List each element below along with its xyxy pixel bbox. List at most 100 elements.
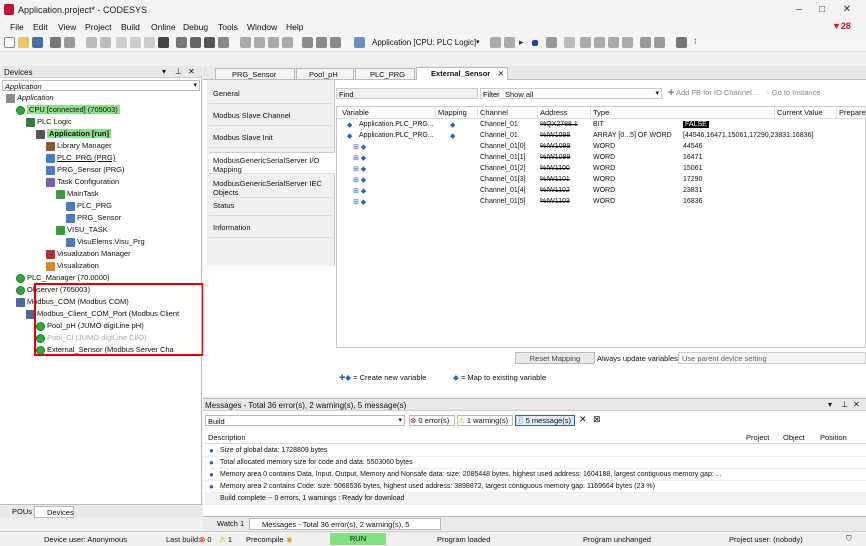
rebuild-icon[interactable] [316, 37, 327, 48]
save-icon[interactable] [32, 37, 43, 48]
find-next-icon[interactable] [190, 37, 201, 48]
redo-icon[interactable] [100, 37, 111, 48]
panel-menu-icon[interactable]: ▾ [828, 400, 832, 409]
menu-view[interactable]: View [58, 22, 76, 32]
find-icon[interactable] [176, 37, 187, 48]
chevron-down-icon[interactable]: ▾ [476, 38, 480, 46]
minimize-button[interactable]: – [792, 3, 806, 17]
step-out-icon[interactable] [608, 37, 619, 48]
stop-icon[interactable] [532, 40, 538, 46]
write-values-icon[interactable] [640, 37, 651, 48]
paste-icon[interactable] [144, 37, 155, 48]
tab-prg-sensor[interactable]: PRG_Sensor [215, 68, 295, 80]
always-update-dropdown[interactable]: Use parent device setting [678, 352, 866, 364]
variable-cell[interactable]: Application.PLC_PRG... [359, 132, 434, 139]
column-header[interactable]: Address [540, 108, 568, 117]
tab-pool-ph[interactable]: Pool_pH [296, 68, 354, 80]
messages-filter-button[interactable]: ⓘ 5 message(s) [515, 415, 575, 426]
clear-messages-icon[interactable]: ✕ [579, 414, 587, 425]
message-row[interactable]: ● Memory area 2 contains Code: size: 5068… [205, 481, 866, 493]
side-tab[interactable]: General [209, 86, 333, 104]
tab-external-sensor[interactable]: External_Sensor ✕ [416, 67, 508, 80]
device-tree-item[interactable]: PLC_PRG (PRG) [46, 152, 115, 163]
run-to-cursor-icon[interactable] [622, 37, 633, 48]
tab-watch-1[interactable]: Watch 1 [205, 518, 249, 530]
notification-icon[interactable]: ▼28 [832, 21, 851, 31]
variable-icon[interactable]: ◆ [347, 132, 352, 140]
step-into-icon[interactable] [594, 37, 605, 48]
device-tree-item[interactable]: PLC Logic [26, 116, 72, 127]
expand-icon[interactable]: ⊞ ◆ [353, 154, 366, 162]
expand-icon[interactable]: ⊞ ◆ [353, 198, 366, 206]
breakpoint-icon[interactable] [564, 37, 575, 48]
find-box[interactable]: Find [336, 88, 478, 99]
undo-icon[interactable] [86, 37, 97, 48]
device-icon[interactable] [354, 37, 365, 48]
column-header[interactable]: Current Value [777, 108, 823, 117]
message-source-dropdown[interactable]: Build ▾ [205, 415, 405, 426]
device-tree-item[interactable]: CPU [connected] (705003) [16, 104, 120, 115]
find-binoculars-icon[interactable] [204, 37, 215, 48]
expand-icon[interactable]: ⊞ ◆ [353, 165, 366, 173]
clean-icon[interactable] [330, 37, 341, 48]
mapping-row[interactable]: ⊞ ◆ Channel_01[3] %IW1101 WORD 17290 [337, 175, 865, 186]
pin-icon[interactable]: ⊥ [175, 67, 182, 76]
expand-icon[interactable]: ⊞ ◆ [353, 176, 366, 184]
expand-icon[interactable]: ⊞ ◆ [353, 143, 366, 151]
logout-icon[interactable] [504, 37, 515, 48]
bookmark-next-icon[interactable] [254, 37, 265, 48]
device-tree-item[interactable]: Visualization Manager [46, 248, 131, 259]
tab-devices[interactable]: Devices [34, 506, 74, 518]
replace-icon[interactable] [218, 37, 229, 48]
open-icon[interactable] [18, 37, 29, 48]
device-tree-item[interactable]: Visualization [46, 260, 99, 271]
device-tree-item[interactable]: Library Manager [46, 140, 112, 151]
side-tab[interactable]: Modbus Slave Channel [209, 108, 333, 126]
column-header[interactable]: Channel [480, 108, 508, 117]
clear-all-icon[interactable]: ⊠ [593, 414, 601, 425]
mapping-row[interactable]: ⊞ ◆ Channel_01[2] %IW1100 WORD 15061 [337, 164, 865, 175]
panel-close-icon[interactable]: ✕ [188, 67, 195, 76]
menu-debug[interactable]: Debug [183, 22, 208, 32]
column-header[interactable]: Prepared [839, 108, 865, 117]
mapping-row[interactable]: ◆ Application.PLC_PRG... ◆ Channel_01 %IW109… [337, 131, 865, 142]
menu-file[interactable]: File [10, 22, 24, 32]
tab-plc-prg[interactable]: PLC_PRG [355, 68, 415, 80]
mapping-row[interactable]: ⊞ ◆ Channel_01[1] %IW1099 WORD 16471 [337, 153, 865, 164]
build-icon[interactable] [302, 37, 313, 48]
bookmark-prev-icon[interactable] [268, 37, 279, 48]
login-icon[interactable] [490, 37, 501, 48]
menu-edit[interactable]: Edit [33, 22, 48, 32]
device-tree-item[interactable]: PLC_Manager (70.0000) [16, 272, 110, 283]
tab-messages[interactable]: Messages - Total 36 error(s), 2 warning(… [249, 518, 441, 541]
mapping-row[interactable]: ⊞ ◆ Channel_01[5] %IW1103 WORD 16836 [337, 197, 865, 208]
device-tree-item[interactable]: Application [run] [36, 128, 111, 139]
filter-box[interactable]: Filter Show all ▾ [480, 88, 662, 99]
device-tree-item[interactable]: VisuElems.Visu_Prg [66, 236, 145, 247]
new-icon[interactable] [4, 37, 15, 48]
side-tab[interactable]: ModbusGenericSerialServer IEC Objects [209, 176, 333, 198]
cut-icon[interactable] [116, 37, 127, 48]
devices-dropdown[interactable]: Application ▾ [2, 80, 200, 91]
print-preview-icon[interactable] [64, 37, 75, 48]
message-row[interactable]: ● Total allocated memory size for code an… [205, 457, 866, 469]
mapping-row[interactable]: ⊞ ◆ Channel_01[0] %IW1098 WORD 44546 [337, 142, 865, 153]
side-tab[interactable]: ModbusGenericSerialServer I/O Mapping [209, 152, 335, 174]
device-tree-item[interactable]: MainTask [56, 188, 99, 199]
bookmark-clear-icon[interactable] [282, 37, 293, 48]
expand-icon[interactable]: ⊞ ◆ [353, 187, 366, 195]
tab-pous[interactable]: POUs [2, 506, 32, 518]
close-button[interactable]: ✕ [840, 3, 854, 17]
device-tree-item[interactable]: VISU_TASK [56, 224, 108, 235]
pin-icon[interactable]: ⊥ [841, 400, 848, 409]
device-tree-item[interactable]: Task Configuration [46, 176, 119, 187]
add-fb-button[interactable]: ✚ Add FB for IO Channel... [668, 88, 758, 97]
go-to-instance-button[interactable]: ▫ Go to Instance [767, 88, 821, 97]
menu-build[interactable]: Build [121, 22, 140, 32]
message-row[interactable]: Build complete -- 0 errors, 1 warnings :… [205, 493, 866, 505]
force-values-icon[interactable] [654, 37, 665, 48]
maximize-button[interactable]: □ [815, 3, 829, 17]
device-tree-item[interactable]: PRG_Sensor [66, 212, 121, 223]
active-application-selector[interactable]: Application [CPU: PLC Logic] [372, 38, 476, 47]
variable-icon[interactable]: ◆ [347, 121, 352, 129]
